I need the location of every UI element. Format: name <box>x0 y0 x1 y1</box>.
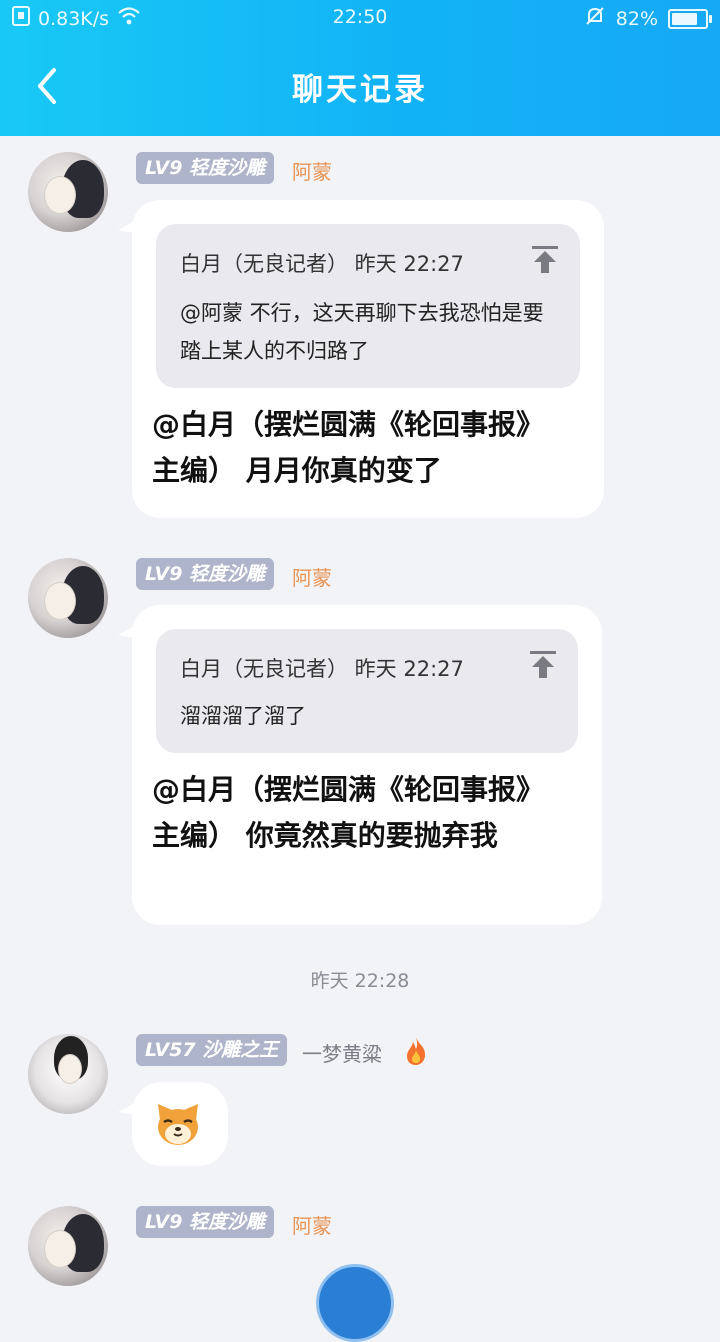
sender-name[interactable]: 阿蒙 <box>292 1210 332 1239</box>
quote-text: 溜溜溜了溜了 <box>180 704 306 728</box>
jump-to-top-icon[interactable] <box>532 246 558 274</box>
status-bar: 0.83K/s 22:50 82% <box>0 0 720 36</box>
sticker-partial[interactable] <box>316 1264 394 1342</box>
level-badge: LV57 沙雕之王 <box>136 1034 288 1066</box>
time-divider: 昨天 22:28 <box>310 970 410 992</box>
sticker-bubble[interactable] <box>118 1082 228 1166</box>
level-badge: LV9 轻度沙雕 <box>136 152 275 184</box>
avatar[interactable] <box>28 152 108 232</box>
page-title: 聊天记录 <box>292 72 428 108</box>
message-text: @白月（摆烂圆满《轮回事报》主编） 你竟然真的要抛弃我 <box>152 773 545 852</box>
quote-meta: 白月（无良记者） 昨天 22:27 <box>180 657 464 681</box>
quote-text: @阿蒙 不行，这天再聊下去我恐怕是要踏上某人的不归路了 <box>180 301 544 363</box>
message-bubble[interactable]: 白月（无良记者） 昨天 22:27 @阿蒙 不行，这天再聊下去我恐怕是要踏上某人… <box>118 200 604 518</box>
fire-icon <box>404 1036 428 1070</box>
jump-to-top-icon[interactable] <box>530 651 556 679</box>
sender-name[interactable]: 阿蒙 <box>292 156 332 185</box>
quoted-message[interactable]: 白月（无良记者） 昨天 22:27 溜溜溜了溜了 <box>156 629 578 753</box>
mute-bell-icon <box>584 5 606 32</box>
avatar[interactable] <box>28 1206 108 1286</box>
sender-name[interactable]: 一梦黄粱 <box>302 1038 382 1067</box>
avatar[interactable] <box>28 558 108 638</box>
message-text: @白月（摆烂圆满《轮回事报》主编） 月月你真的变了 <box>152 408 545 487</box>
dog-face-icon <box>154 1100 202 1148</box>
message-bubble[interactable]: 白月（无良记者） 昨天 22:27 溜溜溜了溜了 @白月（摆烂圆满《轮回事报》主… <box>118 605 602 925</box>
battery-icon <box>668 8 712 29</box>
level-badge: LV9 轻度沙雕 <box>136 558 275 590</box>
level-badge: LV9 轻度沙雕 <box>136 1206 275 1238</box>
sender-name[interactable]: 阿蒙 <box>292 562 332 591</box>
quote-meta: 白月（无良记者） 昨天 22:27 <box>180 252 464 276</box>
avatar[interactable] <box>28 1034 108 1114</box>
app-header: 0.83K/s 22:50 82% 聊天记录 <box>0 0 720 136</box>
battery-percent: 82% <box>615 7 658 30</box>
quoted-message[interactable]: 白月（无良记者） 昨天 22:27 @阿蒙 不行，这天再聊下去我恐怕是要踏上某人… <box>156 224 580 388</box>
